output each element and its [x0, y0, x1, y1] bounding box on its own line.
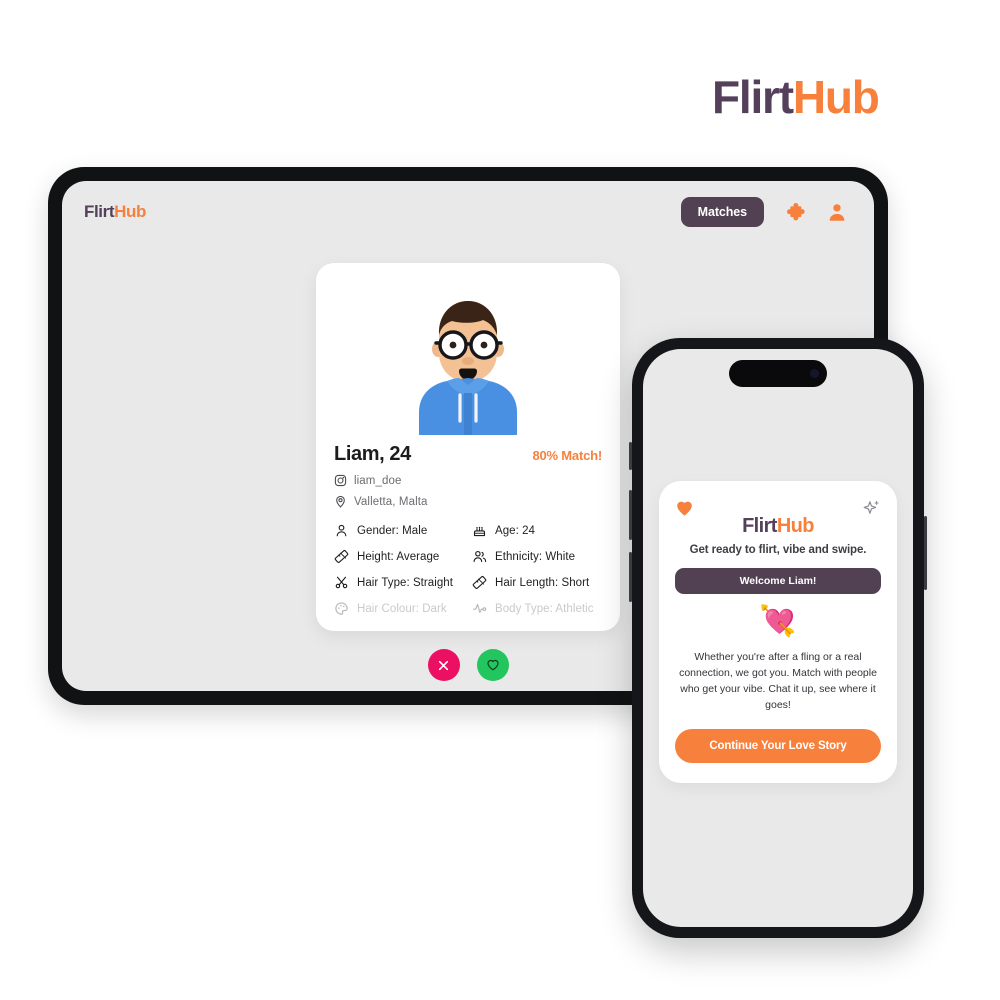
cupid-heart-emoji: 💘	[759, 605, 797, 638]
attribute-label: Age: 24	[495, 524, 535, 537]
activity-icon	[473, 603, 487, 613]
attribute-item: Ethnicity: White	[472, 549, 602, 564]
sparkle-icon	[863, 500, 879, 514]
page-root: FlirtHub FlirtHub Matches Liam, 24 80% M…	[0, 0, 1000, 1000]
location-row: Valletta, Malta	[334, 495, 602, 508]
phone-logo-part2: Hub	[776, 515, 815, 537]
cake-icon	[473, 526, 486, 537]
attribute-item: Height: Average	[334, 549, 464, 564]
attribute-label: Hair Colour: Dark	[357, 602, 447, 615]
profile-card[interactable]: Liam, 24 80% Match! liam_doe Valletta, M…	[316, 263, 620, 631]
attributes-grid: Gender: Male Age: 24 Height: Average Ethnic…	[334, 523, 602, 616]
swipe-actions	[316, 649, 620, 681]
power-button[interactable]	[924, 516, 927, 590]
username-row: liam_doe	[334, 474, 602, 487]
attribute-item: Gender: Male	[334, 523, 464, 538]
brand-logo-part2: Hub	[792, 71, 880, 123]
match-percentage: 80% Match!	[532, 448, 602, 463]
phone-screen: FlirtHub Get ready to flirt, vibe and sw…	[643, 349, 913, 927]
attribute-label: Ethnicity: White	[495, 550, 576, 563]
welcome-banner[interactable]: Welcome Liam!	[675, 568, 881, 594]
profile-name-row: Liam, 24 80% Match!	[334, 443, 602, 466]
dynamic-island	[729, 360, 827, 387]
tablet-logo-part2: Hub	[114, 202, 146, 221]
username-text: liam_doe	[354, 474, 402, 487]
phone-logo-part1: Flirt	[742, 515, 777, 537]
avatar	[316, 263, 620, 435]
attribute-item: Body Type: Athletic	[472, 601, 602, 616]
avatar-illustration	[419, 301, 517, 435]
nope-button[interactable]	[427, 649, 460, 681]
puzzle-piece-icon[interactable]	[784, 201, 806, 223]
attribute-item: Hair Type: Straight	[334, 575, 464, 590]
palette-icon	[335, 602, 348, 615]
close-x-icon	[438, 660, 449, 670]
phone-body-text: Whether you're after a fling or a real c…	[679, 651, 877, 711]
ruler-icon	[334, 550, 349, 563]
tablet-header-actions: Matches	[680, 197, 848, 227]
instagram-icon	[334, 474, 347, 487]
brand-logo: FlirtHub	[712, 71, 880, 123]
volume-down-button[interactable]	[629, 552, 632, 602]
phone-welcome-card: FlirtHub Get ready to flirt, vibe and sw…	[659, 481, 897, 783]
attribute-item: Age: 24	[472, 523, 602, 538]
profile-name: Liam, 24	[334, 443, 411, 465]
scissors-icon	[335, 576, 348, 589]
person-icon	[336, 524, 347, 537]
location-text: Valletta, Malta	[354, 495, 428, 508]
tablet-header: FlirtHub Matches	[62, 181, 874, 243]
attribute-label: Body Type: Athletic	[495, 602, 594, 615]
phone-logo: FlirtHub	[675, 515, 881, 538]
user-profile-icon[interactable]	[826, 201, 848, 223]
ruler-icon	[472, 576, 487, 589]
profile-card-body: Liam, 24 80% Match! liam_doe Valletta, M…	[316, 435, 620, 616]
matches-button[interactable]: Matches	[680, 197, 764, 227]
people-icon	[473, 550, 487, 563]
tablet-logo[interactable]: FlirtHub	[84, 202, 146, 222]
location-pin-icon	[336, 495, 345, 508]
volume-up-button[interactable]	[629, 490, 632, 540]
attribute-label: Hair Length: Short	[495, 576, 590, 589]
heart-outline-icon	[486, 659, 499, 671]
continue-cta-button[interactable]: Continue Your Love Story	[675, 728, 881, 763]
tablet-logo-part1: Flirt	[84, 202, 115, 221]
heart-filled-icon	[677, 501, 692, 516]
like-button[interactable]	[476, 649, 509, 681]
attribute-item: Hair Colour: Dark	[334, 601, 464, 616]
front-camera-icon	[810, 369, 819, 378]
attribute-label: Hair Type: Straight	[357, 576, 453, 589]
brand-logo-part1: Flirt	[712, 71, 794, 123]
attribute-label: Gender: Male	[357, 524, 428, 537]
mute-switch-button[interactable]	[629, 442, 632, 470]
phone-tagline: Get ready to flirt, vibe and swipe.	[689, 544, 867, 556]
attribute-item: Hair Length: Short	[472, 575, 602, 590]
attribute-label: Height: Average	[357, 550, 440, 563]
phone-device: FlirtHub Get ready to flirt, vibe and sw…	[629, 338, 927, 938]
